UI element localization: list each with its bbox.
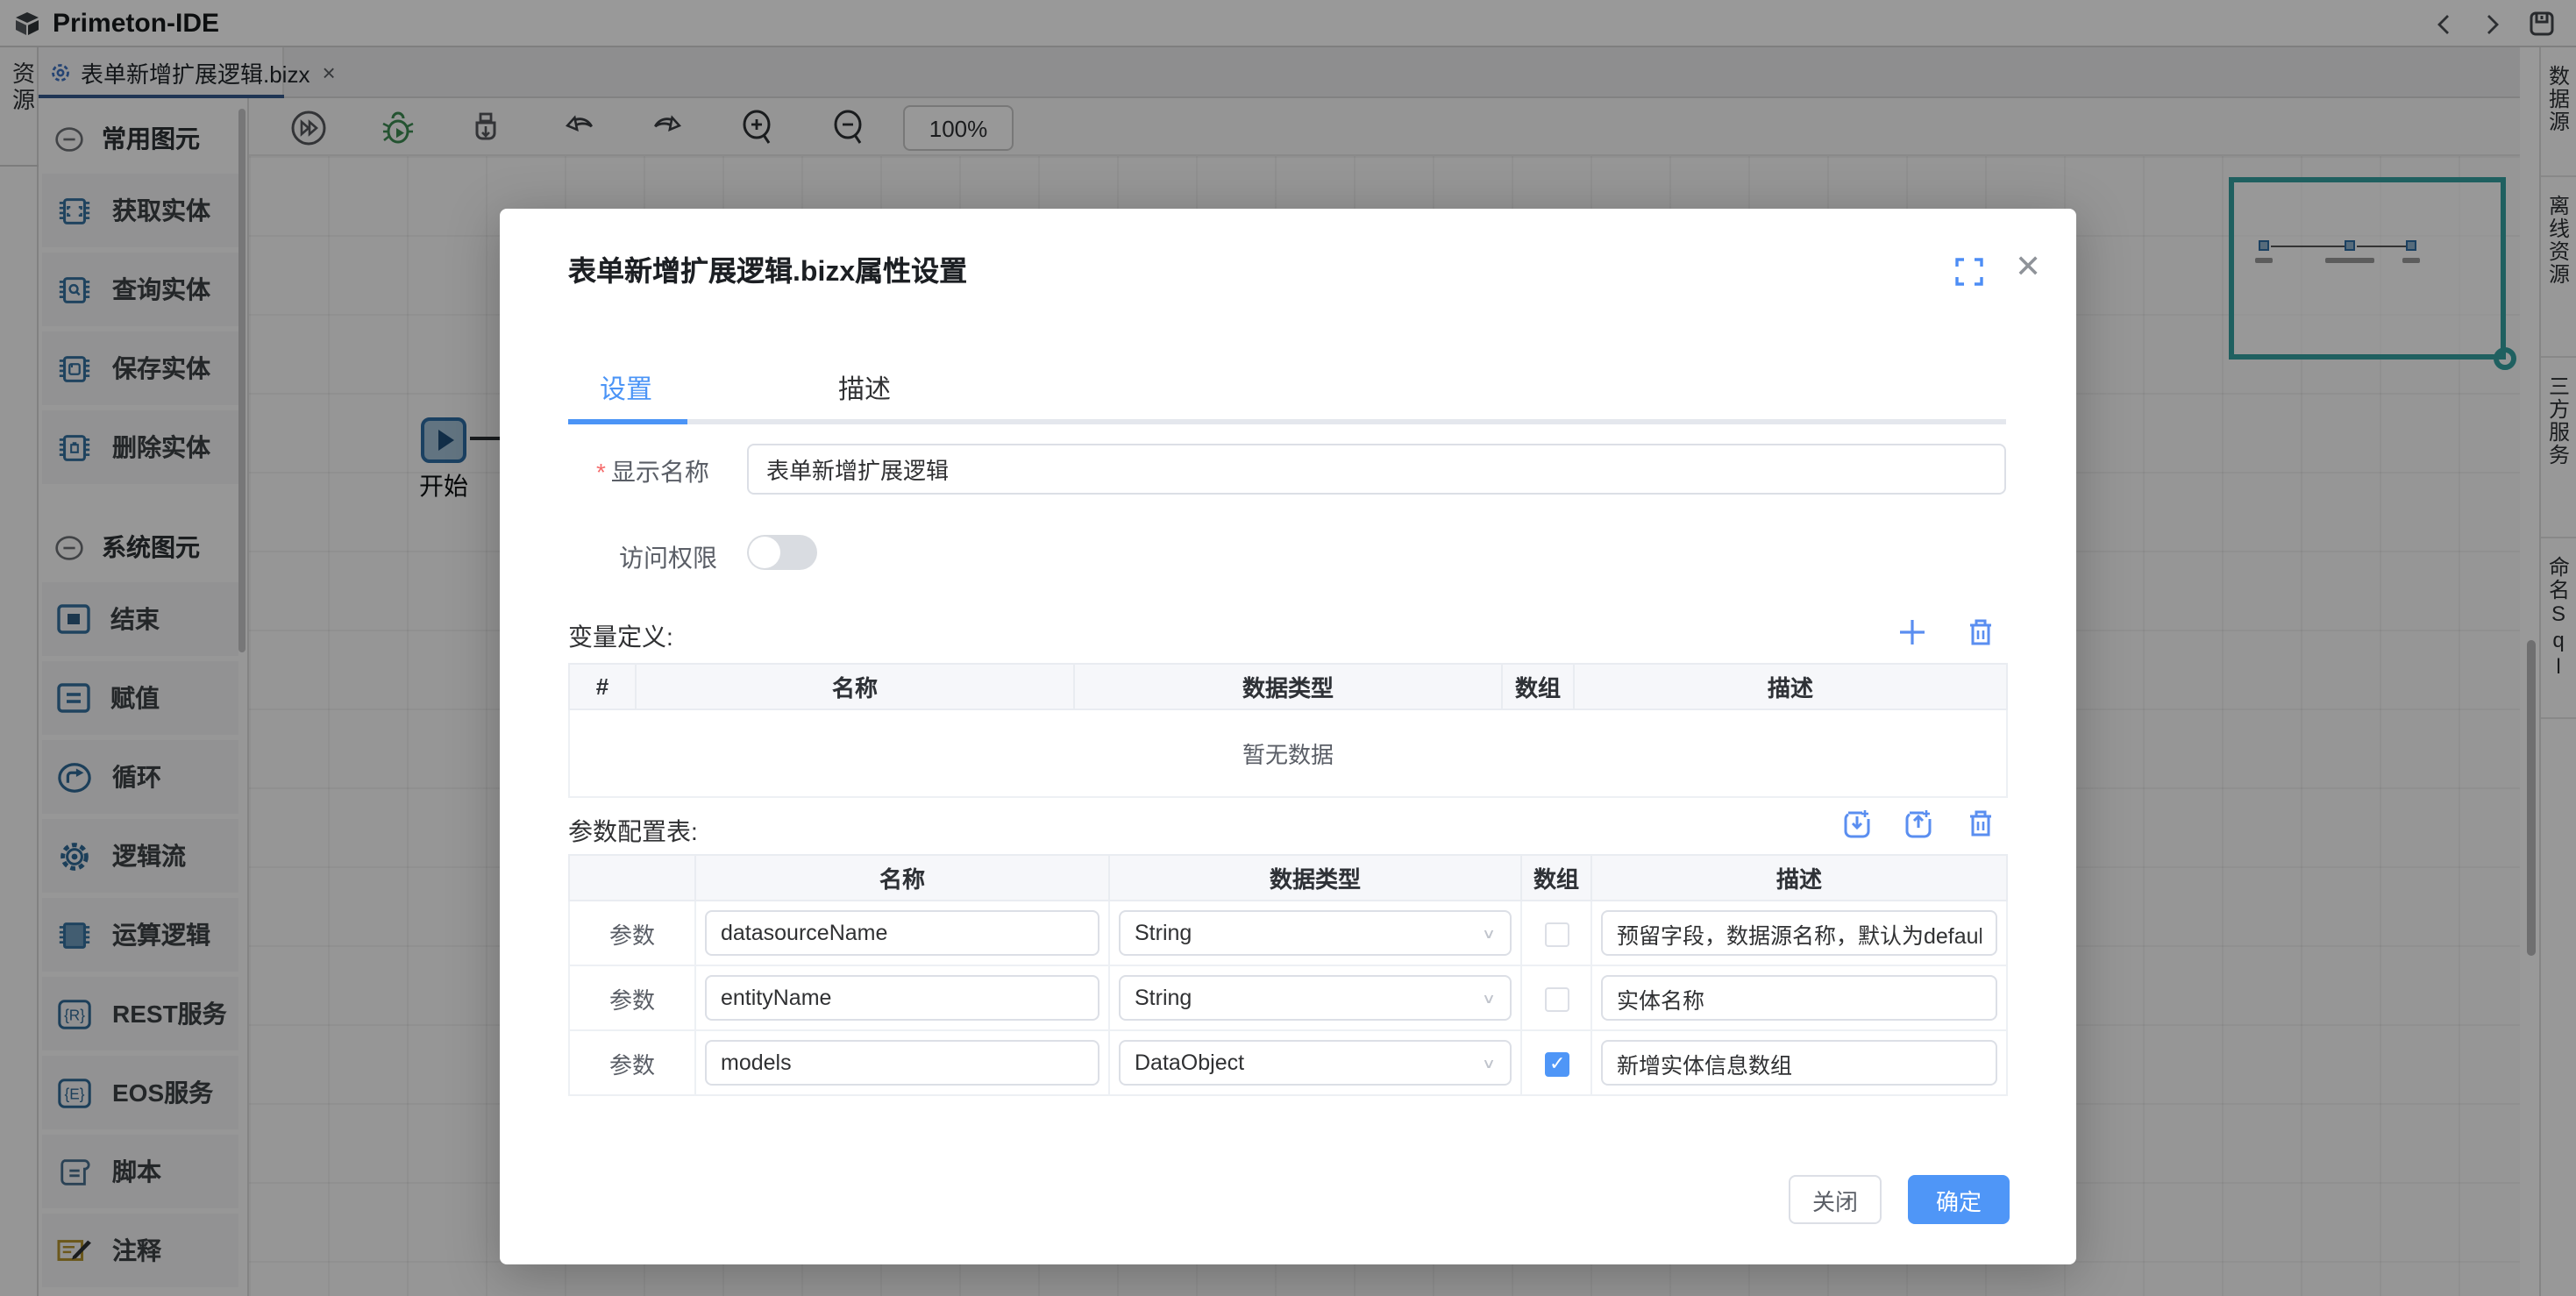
access-toggle[interactable] [747, 535, 817, 570]
params-table: 名称 数据类型 数组 描述 参数 String∨ 参数 String∨ 参数 [568, 854, 2008, 1096]
import-params-icon[interactable] [1841, 808, 1873, 840]
add-variable-icon[interactable] [1897, 617, 1929, 649]
param-col-datatype: 数据类型 [1109, 855, 1521, 901]
toggle-knob [749, 537, 780, 568]
close-button[interactable]: 关闭 [1789, 1175, 1882, 1224]
param-row-type: 参数 [569, 1030, 695, 1095]
properties-dialog: 表单新增扩展逻辑.bizx属性设置 ✕ 设置 描述 *显示名称 访问权限 变量定… [500, 209, 2076, 1264]
variables-section-label: 变量定义: [568, 619, 673, 654]
param-row-type: 参数 [569, 965, 695, 1030]
var-col-name: 名称 [636, 664, 1074, 709]
param-col-desc: 描述 [1591, 855, 2007, 901]
param-col-array: 数组 [1521, 855, 1591, 901]
param-row: 参数 String∨ [569, 965, 2007, 1030]
active-tab-indicator [568, 419, 687, 424]
required-asterisk: * [596, 458, 606, 486]
application-window: Primeton-IDE 资源 [0, 0, 2576, 1296]
tab-description[interactable]: 描述 [807, 370, 922, 407]
var-col-desc: 描述 [1574, 664, 2007, 709]
param-name-input[interactable] [705, 1040, 1099, 1086]
params-section-label: 参数配置表: [568, 814, 698, 849]
empty-placeholder: 暂无数据 [569, 709, 2007, 797]
param-row-type: 参数 [569, 901, 695, 965]
dialog-tabs: 设置 描述 [568, 370, 922, 407]
param-col-type [569, 855, 695, 901]
param-desc-input[interactable] [1601, 975, 1997, 1021]
param-desc-input[interactable] [1601, 1040, 1997, 1086]
tab-settings[interactable]: 设置 [568, 370, 684, 407]
chevron-down-icon: ∨ [1482, 925, 1496, 941]
param-row: 参数 String∨ [569, 901, 2007, 965]
var-col-type: 数据类型 [1074, 664, 1502, 709]
dialog-title: 表单新增扩展逻辑.bizx属性设置 [568, 247, 967, 289]
array-checkbox[interactable] [1544, 922, 1569, 947]
variables-table: # 名称 数据类型 数组 描述 暂无数据 [568, 663, 2008, 798]
var-col-array: 数组 [1502, 664, 1574, 709]
array-checkbox-checked[interactable] [1544, 1052, 1569, 1077]
chevron-down-icon: ∨ [1482, 1055, 1496, 1071]
delete-param-icon[interactable] [1966, 808, 1997, 840]
var-col-index: # [569, 664, 636, 709]
param-type-select[interactable]: String∨ [1119, 910, 1512, 956]
export-params-icon[interactable] [1903, 808, 1934, 840]
param-type-select[interactable]: String∨ [1119, 975, 1512, 1021]
array-checkbox[interactable] [1544, 987, 1569, 1012]
param-name-input[interactable] [705, 910, 1099, 956]
confirm-button[interactable]: 确定 [1908, 1175, 2010, 1224]
access-label: 访问权限 [619, 540, 717, 575]
param-col-name: 名称 [695, 855, 1109, 901]
param-type-select[interactable]: DataObject∨ [1119, 1040, 1512, 1086]
fullscreen-icon[interactable] [1955, 258, 1983, 286]
param-desc-input[interactable] [1601, 910, 1997, 956]
close-icon[interactable]: ✕ [2015, 251, 2041, 282]
param-name-input[interactable] [705, 975, 1099, 1021]
chevron-down-icon: ∨ [1482, 990, 1496, 1006]
param-row: 参数 DataObject∨ [569, 1030, 2007, 1095]
delete-variable-icon[interactable] [1966, 617, 1997, 649]
display-name-label: *显示名称 [596, 454, 709, 489]
tab-track [568, 419, 2006, 424]
display-name-input[interactable] [747, 444, 2006, 495]
